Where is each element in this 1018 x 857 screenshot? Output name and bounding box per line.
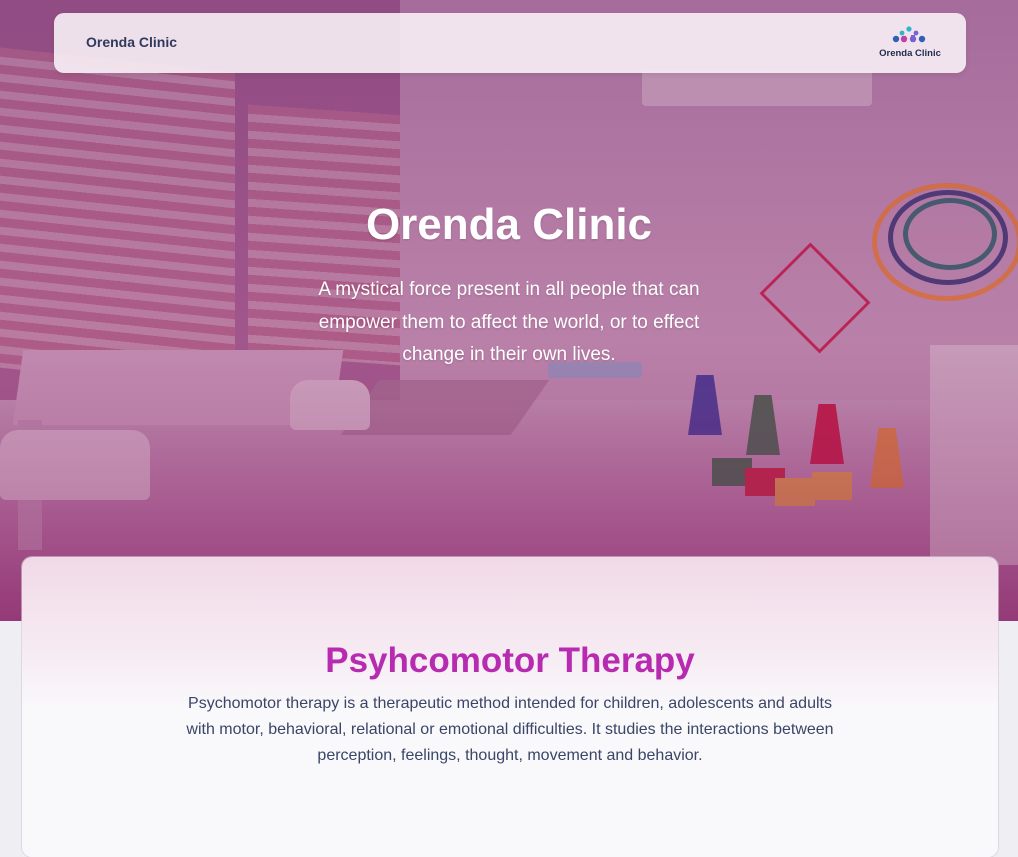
clinic-logo[interactable]: Orenda Clinic xyxy=(878,26,942,60)
therapy-card: Psyhcomotor Therapy Psychomotor therapy … xyxy=(22,557,998,857)
hero-title: Orenda Clinic xyxy=(365,200,653,249)
logo-icon xyxy=(892,26,926,43)
nav-brand-link[interactable]: Orenda Clinic xyxy=(86,34,177,50)
section-title: Psyhcomotor Therapy xyxy=(325,641,695,680)
navbar: Orenda Clinic Orenda Clinic xyxy=(54,13,966,73)
logo-text: Orenda Clinic xyxy=(879,48,941,59)
hero-subtitle: A mystical force present in all people t… xyxy=(318,279,700,365)
hero-section: Orenda Clinic A mystical force present i… xyxy=(0,0,1018,621)
section-description: Psychomotor therapy is a therapeutic met… xyxy=(186,695,834,764)
